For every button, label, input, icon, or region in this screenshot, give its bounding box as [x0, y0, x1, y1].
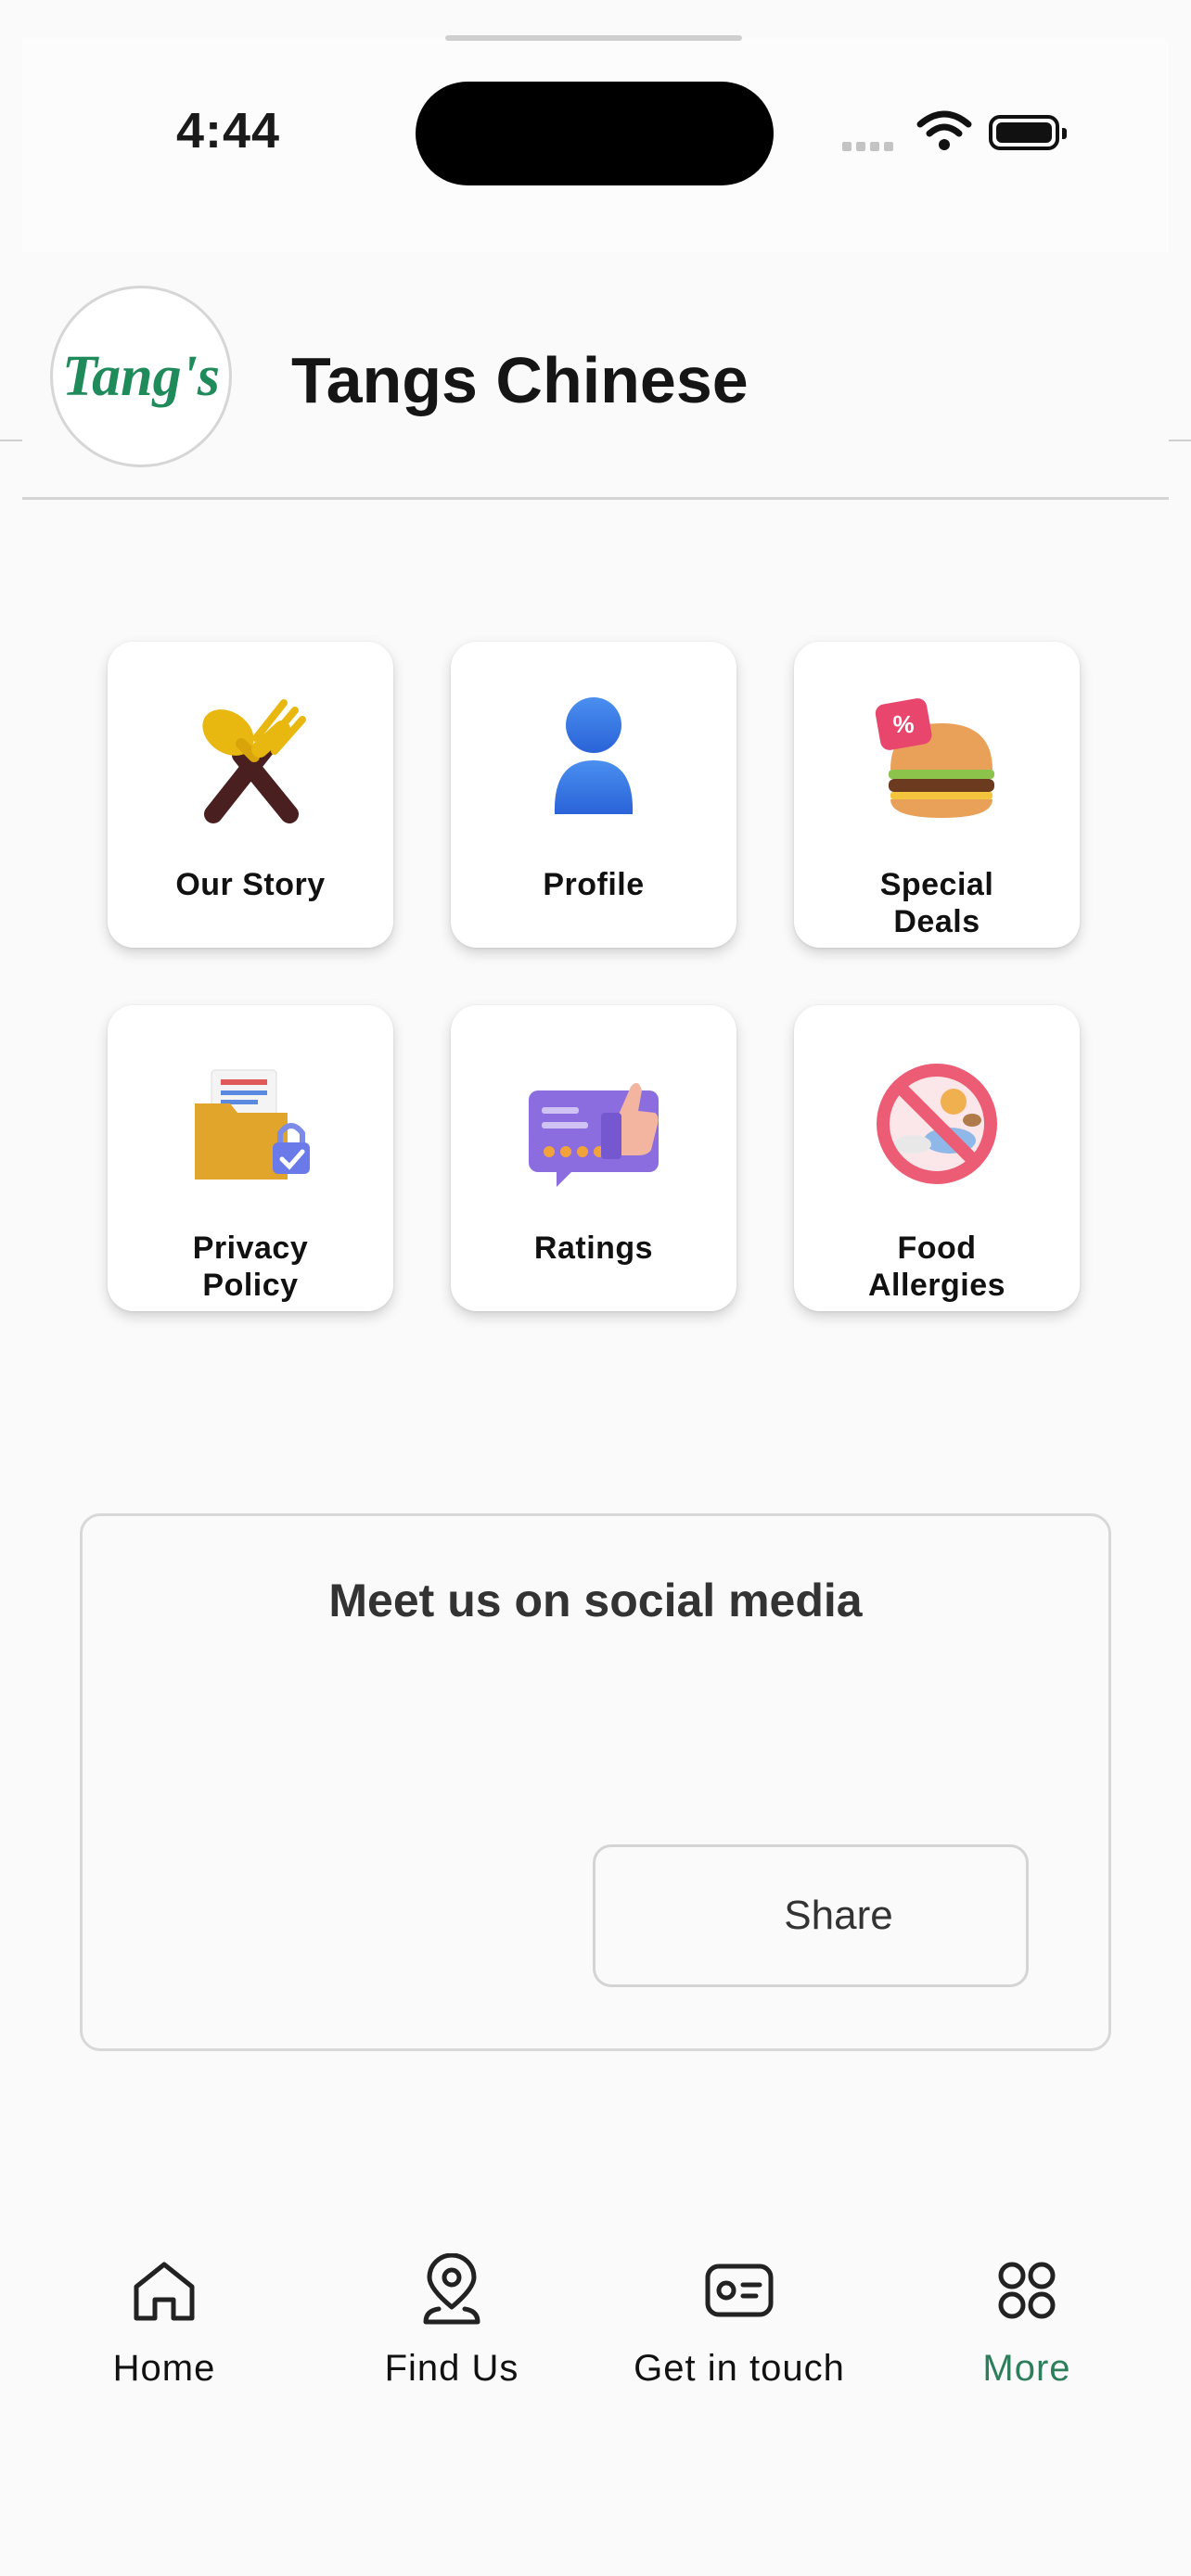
tab-label: Find Us — [384, 2348, 519, 2389]
tab-label: Get in touch — [634, 2348, 845, 2389]
tab-find-us[interactable]: Find Us — [308, 2244, 596, 2402]
tile-label: Ratings — [533, 1231, 654, 1266]
status-time: 4:44 — [176, 103, 281, 159]
social-title: Meet us on social media — [328, 1575, 863, 1626]
burger-discount-icon: % — [875, 698, 994, 818]
divider-stub — [0, 440, 22, 441]
thumbs-up-rating-icon — [529, 1082, 659, 1187]
tile-profile[interactable]: Profile — [451, 642, 736, 948]
tab-home[interactable]: Home — [20, 2244, 308, 2402]
divider-stub — [1169, 440, 1191, 441]
share-button[interactable]: Share — [593, 1844, 1029, 1987]
tab-label: Home — [112, 2348, 216, 2389]
battery-icon — [989, 115, 1067, 150]
cellular-signal-icon — [842, 139, 898, 156]
location-pin-icon — [423, 2253, 480, 2325]
home-icon — [134, 2262, 195, 2321]
tile-label: Special Deals — [879, 867, 994, 939]
contact-card-icon — [705, 2264, 774, 2317]
svg-text:%: % — [892, 710, 914, 738]
dynamic-island — [416, 82, 774, 185]
wifi-icon — [916, 110, 972, 150]
tile-our-story[interactable]: Our Story — [108, 642, 393, 948]
app-header: Tang's Tangs Chinese — [0, 252, 1191, 499]
sheet-handle — [445, 35, 742, 41]
brand-logo: Tang's — [50, 286, 232, 467]
tile-label: Profile — [543, 867, 645, 902]
tab-more[interactable]: More — [883, 2244, 1171, 2402]
tile-special-deals[interactable]: % Special Deals — [794, 642, 1080, 948]
tile-label: Our Story — [175, 867, 326, 902]
no-allergen-icon — [877, 1064, 997, 1184]
tile-label: Privacy Policy — [192, 1231, 309, 1303]
tile-food-allergies[interactable]: Food Allergies — [794, 1005, 1080, 1311]
social-media-card: Meet us on social media Share — [80, 1513, 1111, 2051]
user-icon — [554, 697, 634, 814]
tile-ratings[interactable]: Ratings — [451, 1005, 736, 1311]
logo-text: Tang's — [61, 344, 220, 408]
tab-get-in-touch[interactable]: Get in touch — [596, 2244, 883, 2402]
page-title: Tangs Chinese — [291, 344, 749, 416]
fork-spoon-icon — [202, 699, 306, 823]
tab-label: More — [982, 2348, 1071, 2389]
folder-lock-icon — [195, 1069, 310, 1180]
header-divider — [22, 497, 1169, 500]
grid-more-icon — [998, 2262, 1056, 2319]
tile-label: Food Allergies — [867, 1231, 1006, 1303]
tile-privacy-policy[interactable]: Privacy Policy — [108, 1005, 393, 1311]
bottom-tab-bar: Home Find Us Get in touch More — [0, 2244, 1191, 2429]
